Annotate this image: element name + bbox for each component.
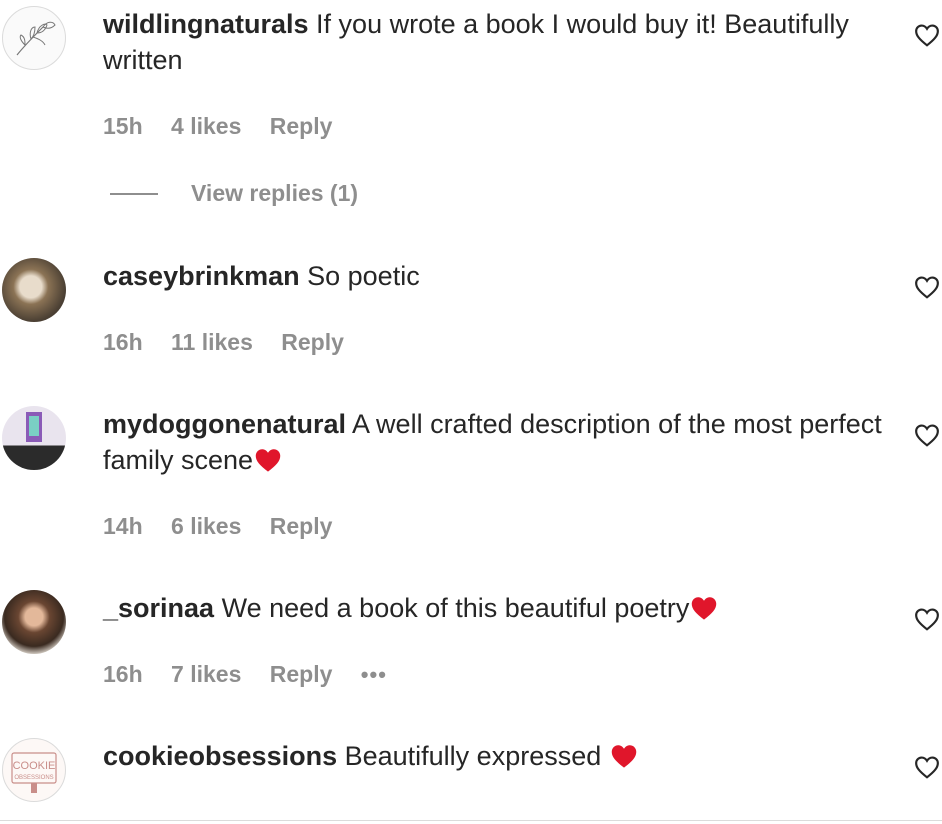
more-options-icon[interactable]: ••• [361,662,387,687]
avatar[interactable] [2,258,66,322]
comment-meta: 15h 4 likes Reply [103,111,354,141]
red-heart-emoji [254,446,282,482]
view-replies-button[interactable]: View replies (1) [110,180,358,207]
replies-divider [110,192,158,195]
cookie-logo-icon: COOKIE OBSESSIONS [11,752,57,793]
red-heart-emoji [690,594,718,630]
comment-time[interactable]: 14h [103,513,143,539]
avatar[interactable]: COOKIE OBSESSIONS [2,738,66,802]
comment-text: _sorinaa We need a book of this beautifu… [103,590,883,630]
comment-likes[interactable]: 7 likes [171,661,241,687]
comment-likes[interactable]: 4 likes [171,113,241,139]
floral-avatar-icon [16,21,56,56]
heart-outline-icon[interactable] [914,423,942,449]
heart-outline-icon[interactable] [914,23,942,49]
comment-text: cookieobsessions Beautifully expressed [103,738,883,778]
comment-meta: 16h 11 likes Reply [103,327,366,357]
red-heart-emoji [610,742,638,778]
bottom-divider [0,820,942,821]
svg-text:COOKIE: COOKIE [13,760,56,772]
heart-outline-icon[interactable] [914,755,942,781]
comment-time[interactable]: 16h [103,329,143,355]
reply-button[interactable]: Reply [270,661,333,687]
comment-likes[interactable]: 11 likes [171,329,253,355]
comment-body: So poetic [307,261,420,291]
comment-text: caseybrinkman So poetic [103,258,883,294]
comment-body: We need a book of this beautiful poetry [221,593,690,623]
reply-button[interactable]: Reply [270,113,333,139]
heart-outline-icon[interactable] [914,275,942,301]
comment-time[interactable]: 15h [103,113,143,139]
comment-meta: 14h 6 likes Reply [103,511,354,541]
comment-username[interactable]: wildlingnaturals [103,9,309,39]
comment-body: Beautifully expressed [344,741,609,771]
comment-username[interactable]: cookieobsessions [103,741,337,771]
comment-text: mydoggonenatural A well crafted descript… [103,406,883,482]
comment-time[interactable]: 16h [103,661,143,687]
heart-outline-icon[interactable] [914,607,942,633]
comment-username[interactable]: caseybrinkman [103,261,300,291]
comment-likes[interactable]: 6 likes [171,513,241,539]
view-replies-label: View replies (1) [191,180,359,206]
comment-username[interactable]: _sorinaa [103,593,214,623]
comment-username[interactable]: mydoggonenatural [103,409,346,439]
reply-button[interactable]: Reply [281,329,344,355]
avatar[interactable] [2,590,66,654]
comment-text: wildlingnaturals If you wrote a book I w… [103,6,883,78]
avatar[interactable] [2,406,66,470]
comment-meta: 16h 7 likes Reply ••• [103,659,409,690]
svg-text:OBSESSIONS: OBSESSIONS [14,775,53,781]
avatar[interactable] [2,6,66,70]
reply-button[interactable]: Reply [270,513,333,539]
art-avatar-icon [26,412,42,442]
